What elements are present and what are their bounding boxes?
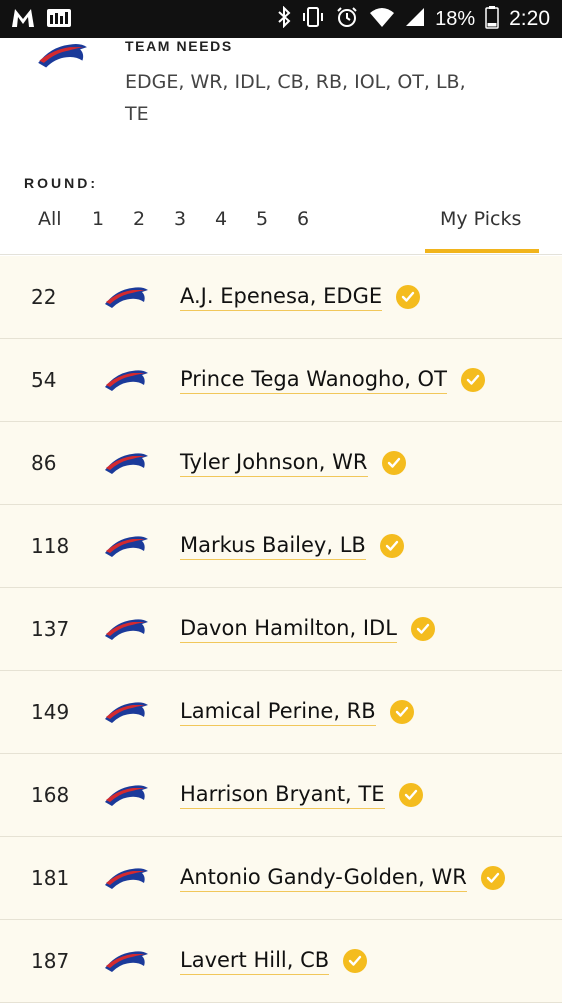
pick-row[interactable]: 168 Harrison Bryant, TE [0, 754, 562, 837]
team-logo-icon [102, 282, 150, 312]
team-logo-icon [102, 697, 150, 727]
tab-selected-indicator [425, 249, 539, 253]
player-name-link[interactable]: A.J. Epenesa, EDGE [180, 283, 383, 311]
pick-player: Tyler Johnson, WR [180, 422, 406, 504]
wifi-icon [369, 6, 395, 33]
pick-player: Davon Hamilton, IDL [180, 588, 435, 670]
tab-my-picks[interactable]: My Picks [440, 208, 521, 230]
signal-icon [405, 6, 425, 33]
player-name-link[interactable]: Tyler Johnson, WR [180, 449, 368, 477]
player-name-link[interactable]: Prince Tega Wanogho, OT [180, 366, 447, 394]
team-logo-icon [102, 365, 150, 395]
team-needs-list: EDGE, WR, IDL, CB, RB, IOL, OT, LB, TE [125, 71, 466, 125]
pick-number: 118 [31, 534, 70, 558]
pick-number: 149 [31, 700, 70, 724]
player-name-link[interactable]: Davon Hamilton, IDL [180, 615, 397, 643]
pick-player: Harrison Bryant, TE [180, 754, 423, 836]
pick-player: A.J. Epenesa, EDGE [180, 256, 421, 338]
news-icon [46, 7, 72, 33]
pick-player: Lamical Perine, RB [180, 671, 414, 753]
pick-number: 187 [31, 949, 70, 973]
pick-number: 168 [31, 783, 70, 807]
bluetooth-icon [277, 5, 291, 33]
status-bar: 18% 2:20 [0, 0, 562, 38]
pick-row[interactable]: 86 Tyler Johnson, WR [0, 422, 562, 505]
pick-row[interactable]: 137 Davon Hamilton, IDL [0, 588, 562, 671]
pick-row[interactable]: 181 Antonio Gandy-Golden, WR [0, 837, 562, 920]
pick-row[interactable]: 22 A.J. Epenesa, EDGE [0, 256, 562, 339]
player-name-link[interactable]: Lavert Hill, CB [180, 947, 330, 975]
checkmark-icon [396, 285, 421, 309]
team-logo-icon [102, 614, 150, 644]
battery-icon [485, 5, 499, 34]
pick-row[interactable]: 187 Lavert Hill, CB [0, 920, 562, 1003]
picks-list: 22 A.J. Epenesa, EDGE 54 Prince Tega Wanogh… [0, 256, 562, 1003]
tab-round-4[interactable]: 4 [215, 208, 227, 230]
pick-number: 86 [31, 451, 57, 475]
team-logo-icon [102, 448, 150, 478]
pick-number: 54 [31, 368, 57, 392]
checkmark-icon [398, 783, 423, 807]
player-name-link[interactable]: Harrison Bryant, TE [180, 781, 385, 809]
checkmark-icon [389, 700, 414, 724]
malwarebytes-icon [10, 7, 36, 33]
tab-all[interactable]: All [38, 208, 62, 230]
checkmark-icon [460, 368, 485, 392]
pick-number: 181 [31, 866, 70, 890]
checkmark-icon [480, 866, 505, 890]
checkmark-icon [381, 451, 406, 475]
player-name-link[interactable]: Markus Bailey, LB [180, 532, 366, 560]
pick-player: Markus Bailey, LB [180, 505, 404, 587]
pick-row[interactable]: 118 Markus Bailey, LB [0, 505, 562, 588]
tab-round-2[interactable]: 2 [133, 208, 145, 230]
player-name-link[interactable]: Lamical Perine, RB [180, 698, 376, 726]
pick-player: Prince Tega Wanogho, OT [180, 339, 485, 421]
team-logo-icon [102, 531, 150, 561]
battery-percent: 18% [435, 7, 476, 30]
team-logo-icon [102, 780, 150, 810]
pick-row[interactable]: 54 Prince Tega Wanogho, OT [0, 339, 562, 422]
alarm-icon [335, 6, 359, 33]
clock: 2:20 [509, 7, 550, 30]
vibrate-icon [301, 6, 325, 33]
checkmark-icon [379, 534, 404, 558]
pick-player: Lavert Hill, CB [180, 920, 368, 1002]
pick-number: 22 [31, 285, 57, 309]
team-logo [30, 38, 94, 76]
tab-round-5[interactable]: 5 [256, 208, 268, 230]
tab-round-6[interactable]: 6 [297, 208, 309, 230]
checkmark-icon [343, 949, 368, 973]
tab-round-1[interactable]: 1 [92, 208, 104, 230]
pick-row[interactable]: 149 Lamical Perine, RB [0, 671, 562, 754]
round-tabs: All 1 2 3 4 5 6 My Picks [0, 198, 562, 255]
team-logo-icon [102, 863, 150, 893]
tab-round-3[interactable]: 3 [174, 208, 186, 230]
team-logo-icon [102, 946, 150, 976]
pick-number: 137 [31, 617, 70, 641]
checkmark-icon [410, 617, 435, 641]
player-name-link[interactable]: Antonio Gandy-Golden, WR [180, 864, 467, 892]
team-needs-label: TEAM NEEDS [125, 38, 233, 54]
round-label: ROUND: [24, 175, 98, 191]
pick-player: Antonio Gandy-Golden, WR [180, 837, 505, 919]
